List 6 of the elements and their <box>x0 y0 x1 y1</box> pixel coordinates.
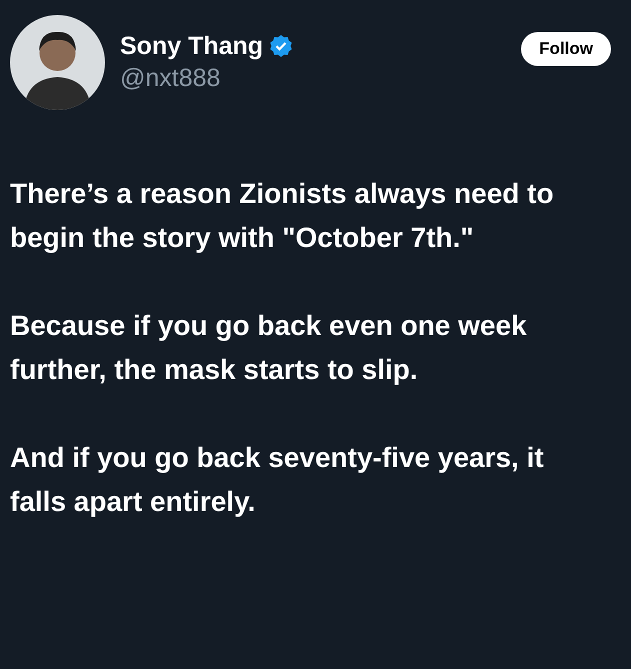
follow-button[interactable]: Follow <box>521 32 611 66</box>
author-handle[interactable]: @nxt888 <box>120 63 294 93</box>
post-paragraph: And if you go back seventy-five years, it falls apart entirely. <box>10 441 545 519</box>
post-paragraph: There’s a reason Zionists always need to begin the story with "October 7th." <box>10 177 555 255</box>
post-paragraph: Because if you go back even one week further, the mask starts to slip. <box>10 309 528 387</box>
author-name[interactable]: Sony Thang <box>120 31 264 61</box>
